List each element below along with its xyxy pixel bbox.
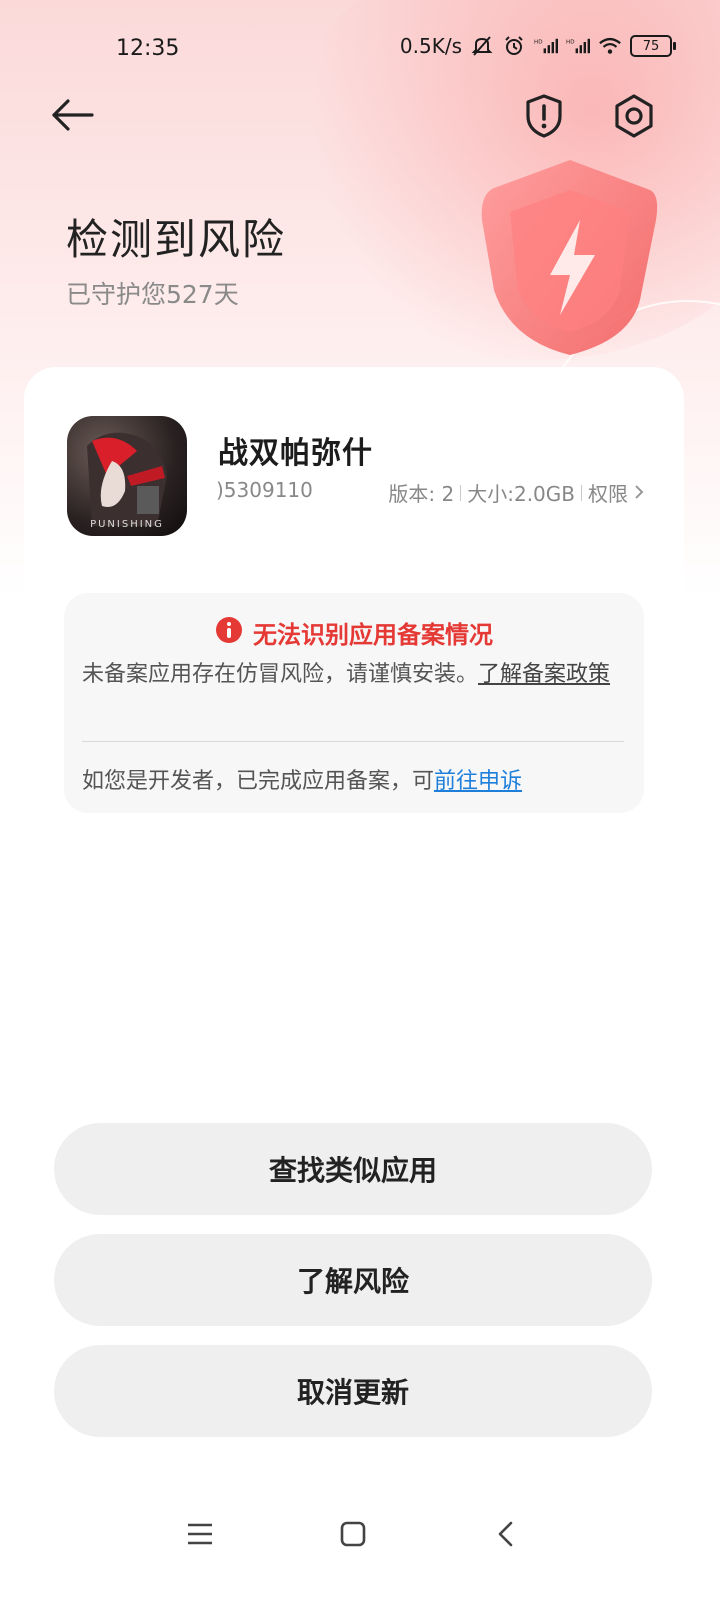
app-name: 战双帕弥什 (218, 436, 373, 471)
learn-risk-button[interactable]: 了解风险 (54, 1234, 652, 1326)
version-label: 版本: 2 (388, 482, 455, 506)
warning-text: 未备案应用存在仿冒风险，请谨慎安装。了解备案政策 (82, 659, 630, 691)
alarm-icon (502, 34, 526, 58)
gear-icon (615, 94, 653, 138)
shield-illustration-icon (470, 150, 670, 360)
app-id-fragment: )5309110 (216, 478, 313, 502)
home-icon (340, 1521, 366, 1547)
cancel-update-button[interactable]: 取消更新 (54, 1345, 652, 1437)
info-alert-icon (215, 616, 243, 650)
app-meta-row: )5309110 版本: 2 大小:2.0GB 权限 (216, 478, 644, 506)
chevron-right-icon (634, 481, 644, 505)
app-meta-details[interactable]: 版本: 2 大小:2.0GB 权限 (388, 478, 644, 507)
menu-icon (188, 1523, 212, 1545)
warning-title-row: 无法识别应用备案情况 (64, 615, 644, 650)
meta-divider (460, 484, 462, 501)
net-speed: 0.5K/s (399, 34, 462, 58)
warning-box: 无法识别应用备案情况 未备案应用存在仿冒风险，请谨慎安装。了解备案政策 如您是开… (64, 593, 644, 813)
page-title: 检测到风险 (66, 215, 287, 264)
warning-divider (82, 741, 624, 742)
find-similar-button[interactable]: 查找类似应用 (54, 1123, 652, 1215)
signal-hd-icon-2: HD (566, 34, 590, 58)
appeal-link[interactable]: 前往申诉 (434, 769, 522, 794)
system-nav-bar (0, 1490, 720, 1600)
arrow-left-icon (52, 99, 94, 131)
status-time: 12:35 (116, 36, 180, 61)
status-icons: 0.5K/s HD HD 75 (399, 34, 676, 58)
back-chevron-icon (498, 1521, 513, 1547)
mute-icon (470, 34, 494, 58)
developer-text: 如您是开发者，已完成应用备案，可前往申诉 (82, 763, 522, 795)
nav-back-button[interactable] (482, 1510, 530, 1558)
menu-button[interactable] (176, 1510, 224, 1558)
svg-text:HD: HD (534, 40, 543, 46)
report-button[interactable] (520, 92, 568, 140)
home-button[interactable] (329, 1510, 377, 1558)
settings-button[interactable] (610, 92, 658, 140)
back-button[interactable] (50, 95, 98, 135)
app-icon: PUNISHING (67, 416, 187, 536)
shield-alert-icon (526, 94, 562, 138)
wifi-icon (598, 34, 622, 58)
meta-divider (581, 484, 582, 501)
permission-label: 权限 (588, 482, 628, 506)
protection-days: 已守护您527天 (66, 280, 239, 309)
policy-link[interactable]: 了解备案政策 (478, 662, 610, 687)
signal-hd-icon: HD (534, 34, 558, 58)
app-icon-text: PUNISHING (90, 519, 164, 530)
developer-message: 如您是开发者，已完成应用备案，可 (82, 769, 435, 794)
battery-icon: 75 (630, 35, 676, 57)
warning-title: 无法识别应用备案情况 (253, 621, 493, 649)
svg-text:HD: HD (566, 40, 575, 46)
size-label: 大小:2.0GB (467, 482, 575, 506)
battery-level: 75 (642, 38, 660, 54)
status-bar: 12:35 0.5K/s HD HD 75 (0, 0, 720, 96)
warning-message: 未备案应用存在仿冒风险，请谨慎安装。 (82, 662, 479, 687)
